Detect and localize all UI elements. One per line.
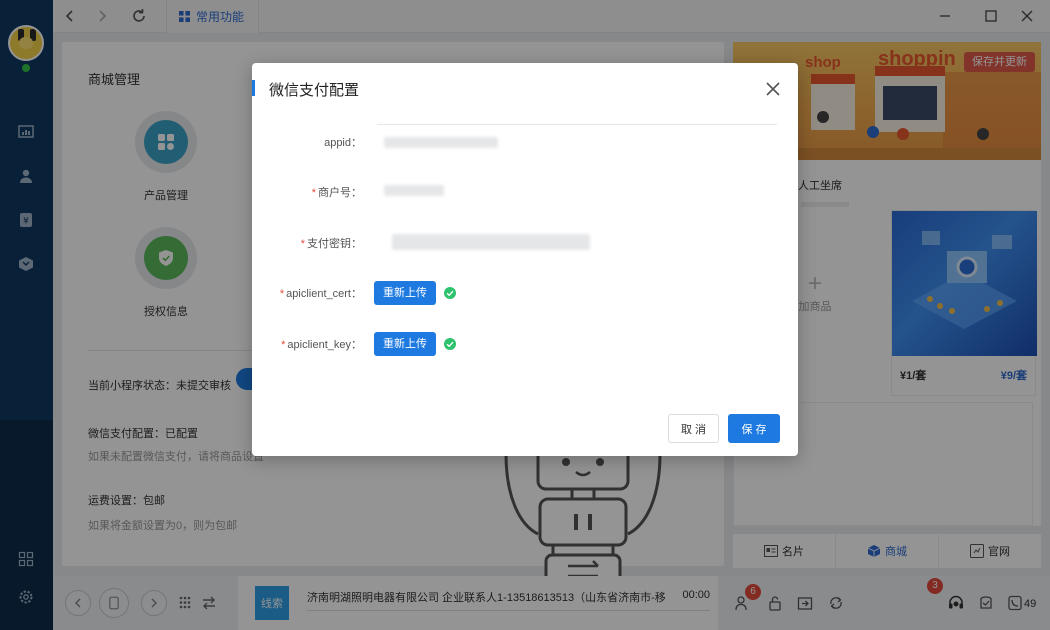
required-mark: * — [311, 187, 316, 199]
cancel-button[interactable]: 取 消 — [668, 414, 719, 443]
required-mark: * — [281, 339, 286, 351]
appid-field-line — [377, 124, 777, 125]
apiclient-cert-row: * apiclient_cert： 重新上传 — [252, 281, 798, 305]
apiclient-cert-label: * apiclient_cert： — [280, 285, 362, 301]
appid-label-text: appid： — [324, 137, 362, 149]
pay-key-label: * 支付密钥： — [301, 235, 362, 251]
save-button[interactable]: 保 存 — [728, 414, 780, 443]
apiclient-key-label-text: apiclient_key： — [287, 339, 362, 351]
reupload-cert-button[interactable]: 重新上传 — [374, 281, 436, 305]
close-icon[interactable] — [764, 80, 782, 98]
apiclient-key-row: * apiclient_key： 重新上传 — [252, 332, 798, 356]
required-mark: * — [300, 238, 305, 250]
appid-label: appid： — [324, 134, 362, 150]
merchant-id-input[interactable] — [384, 185, 444, 196]
wechat-pay-config-dialog: 微信支付配置 appid： * 商户号： * 支付密钥： * apiclient_ce… — [252, 63, 798, 456]
reupload-key-button[interactable]: 重新上传 — [374, 332, 436, 356]
modal-title-accent — [252, 80, 255, 96]
merchant-id-label-text: 商户号： — [318, 187, 362, 199]
pay-key-label-text: 支付密钥： — [307, 238, 362, 250]
apiclient-cert-label-text: apiclient_cert： — [286, 288, 362, 300]
appid-row: appid： — [252, 130, 798, 154]
pay-key-row: * 支付密钥： — [252, 231, 798, 255]
required-mark: * — [279, 288, 285, 300]
appid-input[interactable] — [384, 137, 498, 148]
merchant-id-row: * 商户号： — [252, 180, 798, 204]
modal-title: 微信支付配置 — [269, 82, 360, 99]
check-circle-icon — [444, 338, 456, 350]
pay-key-input[interactable] — [392, 234, 590, 250]
apiclient-key-label: * apiclient_key： — [281, 336, 362, 352]
merchant-id-label: * 商户号： — [312, 184, 362, 200]
check-circle-icon — [444, 287, 456, 299]
